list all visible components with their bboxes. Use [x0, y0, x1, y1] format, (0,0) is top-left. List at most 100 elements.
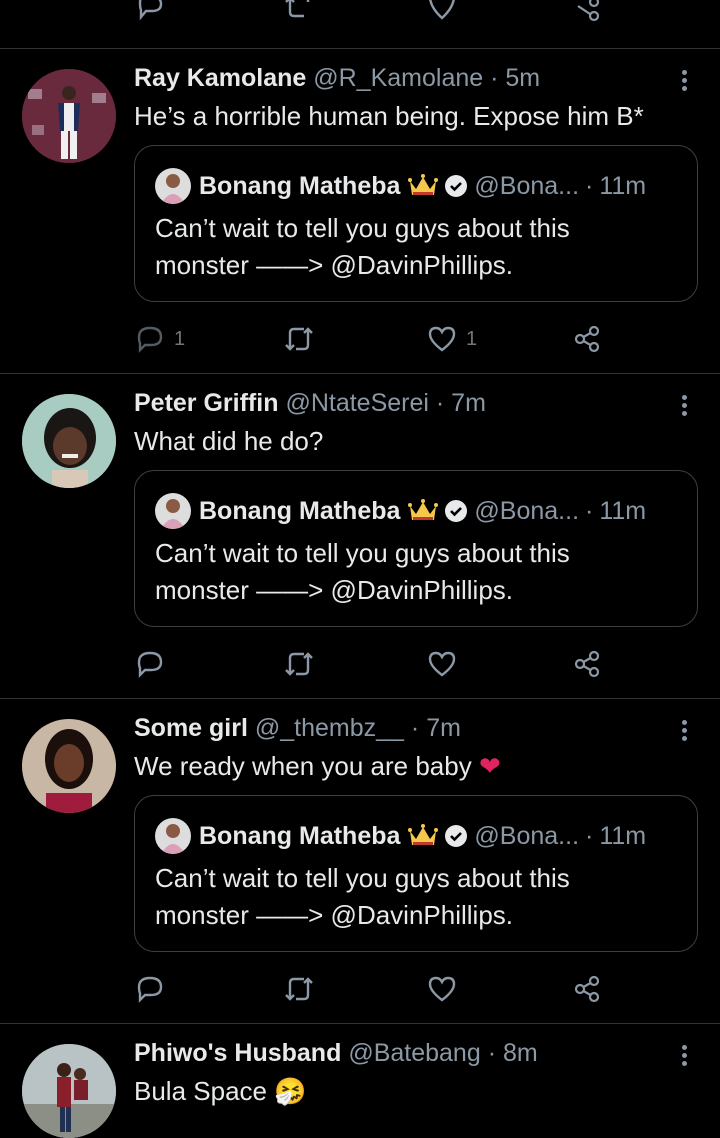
avatar[interactable] [22, 1044, 116, 1138]
more-options-button[interactable] [676, 717, 692, 747]
tweet-text: We ready when you are baby ❤ [134, 751, 501, 782]
quoted-text-line: Can’t wait to tell you guys about this [155, 213, 570, 243]
separator-dot: · [410, 714, 420, 742]
quoted-avatar [155, 168, 191, 204]
retweet-button[interactable] [284, 0, 314, 22]
retweet-button[interactable] [284, 977, 314, 1001]
display-name[interactable]: Phiwo's Husband [134, 1039, 341, 1067]
retweet-icon [285, 977, 313, 1001]
avatar-photo [22, 1044, 116, 1138]
verified-badge-icon [445, 825, 468, 847]
reply-button[interactable] [136, 975, 164, 1003]
previous-tweet-actions [0, 0, 720, 49]
quoted-username: @Bona... [474, 496, 580, 525]
separator-dot: · [585, 821, 594, 850]
like-button[interactable]: 1 [428, 325, 477, 353]
tweet[interactable]: Peter Griffin @NtateSerei · 7m What did … [0, 374, 720, 699]
more-options-button[interactable] [676, 67, 692, 97]
quoted-avatar [155, 818, 191, 854]
quoted-tweet-header: Bonang Matheba @Bona... · 11m [155, 493, 646, 529]
avatar[interactable] [22, 719, 116, 813]
heart-outline-icon [428, 976, 456, 1002]
retweet-button[interactable] [284, 327, 314, 351]
display-name[interactable]: Peter Griffin [134, 389, 278, 417]
quoted-tweet[interactable]: Bonang Matheba @Bona... · 11m Can’t wait… [134, 470, 698, 627]
retweet-button[interactable] [284, 652, 314, 676]
reply-icon [138, 0, 163, 21]
like-button[interactable] [428, 975, 456, 1003]
quoted-text-line: monster ——> @DavinPhillips. [155, 250, 514, 280]
quoted-tweet-text: Can’t wait to tell you guys about this m… [155, 535, 570, 609]
quoted-tweet[interactable]: Bonang Matheba @Bona... · 11m Can’t wait… [134, 795, 698, 952]
reply-icon [137, 651, 163, 678]
reply-button[interactable] [136, 650, 164, 678]
like-button[interactable] [428, 650, 456, 678]
verified-badge-icon [445, 175, 468, 197]
username[interactable]: @_thembz__ [255, 714, 404, 742]
quoted-text-line: monster ——> @DavinPhillips. [155, 575, 514, 605]
tweet[interactable]: Ray Kamolane @R_Kamolane · 5m He’s a hor… [0, 49, 720, 374]
reply-icon [137, 326, 163, 353]
username[interactable]: @NtateSerei [285, 389, 429, 417]
separator-dot: · [585, 496, 594, 525]
tweet-text: He’s a horrible human being. Expose him … [134, 101, 644, 131]
quoted-avatar [155, 493, 191, 529]
tweet[interactable]: Phiwo's Husband @Batebang · 8m Bula Spac… [0, 1024, 720, 1138]
crown-emoji-icon [408, 824, 439, 845]
username[interactable]: @R_Kamolane [313, 64, 483, 92]
timestamp[interactable]: 7m [426, 714, 461, 742]
share-icon [574, 975, 600, 1003]
like-count: 1 [466, 327, 478, 350]
quoted-display-name: Bonang Matheba [199, 496, 401, 525]
tweet-header: Some girl @_thembz__ · 7m [134, 714, 461, 743]
quoted-username: @Bona... [474, 821, 580, 850]
retweet-icon [285, 327, 313, 351]
share-icon [574, 650, 600, 678]
quoted-timestamp: 11m [599, 821, 647, 850]
timestamp[interactable]: 5m [505, 64, 540, 92]
tweet-text: What did he do? [134, 426, 324, 456]
share-icon [574, 325, 600, 353]
heart-outline-icon [428, 651, 456, 677]
reply-button[interactable] [136, 0, 164, 22]
avatar-photo [22, 69, 116, 163]
quoted-tweet-header: Bonang Matheba @Bona... · 11m [155, 168, 646, 204]
quoted-username: @Bona... [474, 171, 580, 200]
avatar-photo [22, 394, 116, 488]
crown-emoji-icon [408, 499, 439, 520]
quoted-display-name: Bonang Matheba [199, 171, 401, 200]
quoted-text-line: Can’t wait to tell you guys about this [155, 863, 570, 893]
separator-dot: · [487, 1039, 497, 1067]
retweet-icon [285, 652, 313, 676]
share-button[interactable] [574, 650, 602, 678]
retweet-icon [285, 0, 310, 18]
timestamp[interactable]: 8m [503, 1039, 538, 1067]
display-name[interactable]: Ray Kamolane [134, 64, 306, 92]
tweet[interactable]: Some girl @_thembz__ · 7m We ready when … [0, 699, 720, 1024]
username[interactable]: @Batebang [348, 1039, 480, 1067]
avatar-photo [22, 719, 116, 813]
quoted-display-name: Bonang Matheba [199, 821, 401, 850]
like-button[interactable] [428, 0, 456, 22]
share-icon [577, 0, 600, 22]
share-button[interactable] [574, 975, 602, 1003]
verified-badge-icon [445, 500, 468, 522]
quoted-timestamp: 11m [599, 496, 647, 525]
reply-count: 1 [174, 327, 186, 350]
avatar[interactable] [22, 394, 116, 488]
separator-dot: · [585, 171, 594, 200]
display-name[interactable]: Some girl [134, 714, 248, 742]
share-button[interactable] [574, 0, 602, 24]
tweet-text-content: We ready when you are baby [134, 751, 472, 781]
quoted-tweet[interactable]: Bonang Matheba @Bona... · 11m Can’t wait… [134, 145, 698, 302]
separator-dot: · [435, 389, 445, 417]
heart-outline-icon [428, 326, 456, 352]
tweet-text: Bula Space 🤧 [134, 1076, 307, 1107]
share-button[interactable] [574, 325, 602, 353]
reply-button[interactable]: 1 [136, 325, 185, 353]
more-options-button[interactable] [676, 1042, 692, 1072]
avatar[interactable] [22, 69, 116, 163]
more-options-button[interactable] [676, 392, 692, 422]
reply-icon [137, 976, 163, 1003]
timestamp[interactable]: 7m [451, 389, 486, 417]
